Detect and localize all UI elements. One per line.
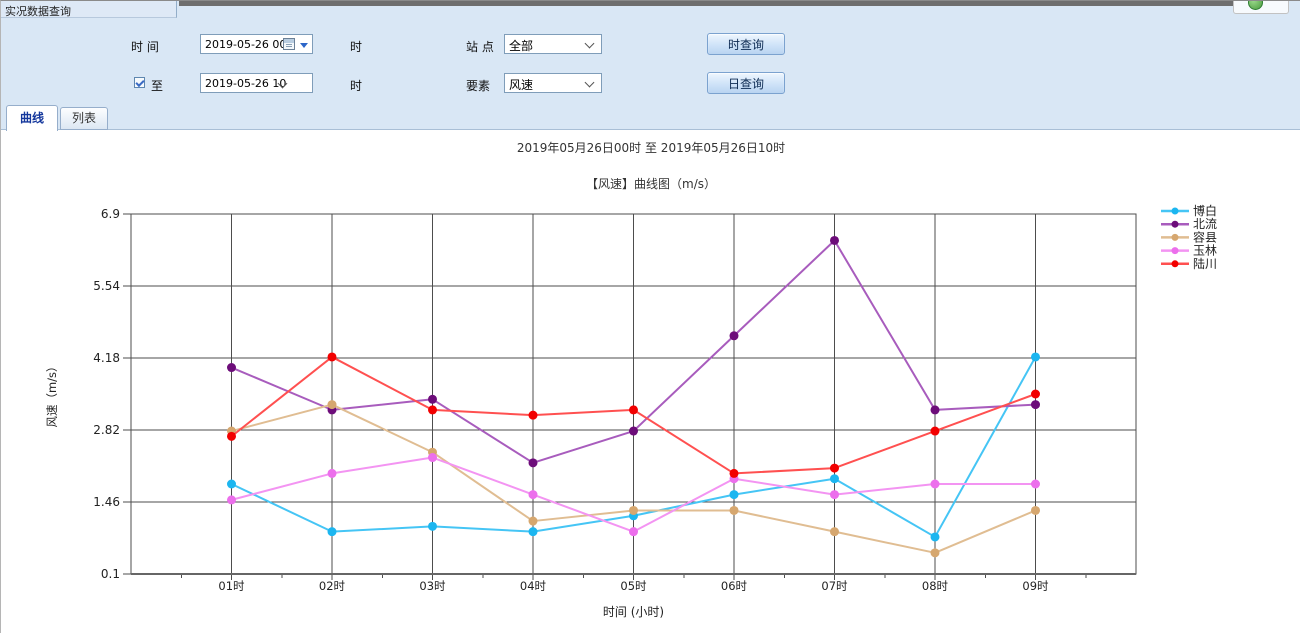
series-marker-beiliu xyxy=(629,427,638,436)
y-tick-label: 0.1 xyxy=(101,567,120,581)
query-panel: 实况数据查询 时 间 时 站 点 全部 时查询 至 时 要素 风速 日查询 曲线 xyxy=(1,1,1300,130)
series-marker-luchuan xyxy=(1031,390,1040,399)
series-marker-beiliu xyxy=(830,236,839,245)
legend-label-bobai: 博白 xyxy=(1193,203,1217,218)
series-marker-bobai xyxy=(227,480,236,489)
x-tick-label: 01时 xyxy=(218,579,245,593)
time-label: 时 间 xyxy=(131,38,159,55)
tab-list[interactable]: 列表 xyxy=(60,107,108,130)
series-marker-bobai xyxy=(1031,352,1040,361)
x-tick-label: 08时 xyxy=(922,579,949,593)
y-tick-label: 1.46 xyxy=(93,495,120,509)
series-marker-beiliu xyxy=(730,331,739,340)
series-marker-rongxian xyxy=(629,506,638,515)
start-time-input[interactable] xyxy=(201,35,316,53)
series-marker-beiliu xyxy=(529,458,538,467)
hour-suffix-label-2: 时 xyxy=(350,77,362,94)
series-marker-rongxian xyxy=(931,548,940,557)
hour-suffix-label-1: 时 xyxy=(350,38,362,55)
y-tick-label: 2.82 xyxy=(93,423,120,437)
series-marker-beiliu xyxy=(227,363,236,372)
to-checkbox[interactable] xyxy=(134,77,145,88)
series-marker-luchuan xyxy=(931,427,940,436)
legend-label-yulin: 玉林 xyxy=(1193,244,1217,258)
series-marker-yulin xyxy=(428,453,437,462)
x-tick-label: 02时 xyxy=(319,579,346,593)
series-marker-bobai xyxy=(830,474,839,483)
series-marker-bobai xyxy=(328,527,337,536)
y-tick-label: 5.54 xyxy=(93,279,120,293)
chevron-down-icon[interactable] xyxy=(585,78,595,88)
to-label: 至 xyxy=(151,77,163,94)
series-marker-yulin xyxy=(227,495,236,504)
series-marker-luchuan xyxy=(830,464,839,473)
series-marker-bobai xyxy=(529,527,538,536)
series-marker-beiliu xyxy=(1031,400,1040,409)
station-select[interactable]: 全部 xyxy=(504,34,602,54)
y-tick-label: 4.18 xyxy=(93,351,120,365)
element-select[interactable]: 风速 xyxy=(504,73,602,93)
series-marker-luchuan xyxy=(629,405,638,414)
top-strip xyxy=(179,1,1283,6)
legend-marker-bobai xyxy=(1172,208,1179,215)
x-tick-label: 04时 xyxy=(520,579,547,593)
hour-query-button[interactable]: 时查询 xyxy=(707,33,785,55)
element-select-value: 风速 xyxy=(509,78,533,92)
station-select-value: 全部 xyxy=(509,39,533,53)
station-label: 站 点 xyxy=(466,38,494,55)
y-tick-label: 6.9 xyxy=(101,207,120,221)
panel-title-tab: 实况数据查询 xyxy=(1,1,177,18)
series-marker-yulin xyxy=(830,490,839,499)
y-axis-title: 风速（m/s） xyxy=(45,360,59,427)
series-marker-bobai xyxy=(730,490,739,499)
tab-curve[interactable]: 曲线 xyxy=(6,105,58,131)
series-marker-yulin xyxy=(629,527,638,536)
series-marker-rongxian xyxy=(830,527,839,536)
series-marker-rongxian xyxy=(529,517,538,526)
calendar-icon[interactable] xyxy=(283,38,295,50)
series-marker-yulin xyxy=(931,480,940,489)
legend-label-rongxian: 容县 xyxy=(1193,229,1217,244)
x-tick-label: 03时 xyxy=(419,579,446,593)
end-time-field[interactable] xyxy=(200,73,313,93)
series-marker-bobai xyxy=(931,532,940,541)
x-tick-label: 09时 xyxy=(1022,579,1049,593)
series-marker-yulin xyxy=(529,490,538,499)
series-marker-luchuan xyxy=(730,469,739,478)
legend-marker-beiliu xyxy=(1172,221,1179,228)
legend-marker-rongxian xyxy=(1172,234,1179,241)
series-marker-bobai xyxy=(428,522,437,531)
legend-label-luchuan: 陆川 xyxy=(1193,256,1217,271)
element-label: 要素 xyxy=(466,77,490,94)
series-marker-rongxian xyxy=(730,506,739,515)
series-marker-beiliu xyxy=(428,395,437,404)
end-time-input[interactable] xyxy=(201,74,316,92)
series-marker-luchuan xyxy=(529,411,538,420)
x-tick-label: 07时 xyxy=(821,579,848,593)
x-tick-label: 06时 xyxy=(721,579,748,593)
dropdown-arrow-icon[interactable] xyxy=(300,43,308,48)
series-marker-luchuan xyxy=(328,352,337,361)
series-marker-rongxian xyxy=(328,400,337,409)
chevron-down-icon[interactable] xyxy=(585,39,595,49)
legend-marker-luchuan xyxy=(1172,260,1179,267)
legend-label-beiliu: 北流 xyxy=(1193,217,1217,231)
series-marker-rongxian xyxy=(1031,506,1040,515)
app-window: 实况数据查询 时 间 时 站 点 全部 时查询 至 时 要素 风速 日查询 曲线 xyxy=(0,0,1300,633)
series-marker-yulin xyxy=(328,469,337,478)
chart-area: 2019年05月26日00时 至 2019年05月26日10时 【风速】曲线图（… xyxy=(1,130,1300,633)
series-marker-luchuan xyxy=(227,432,236,441)
x-tick-label: 05时 xyxy=(620,579,647,593)
series-marker-yulin xyxy=(1031,480,1040,489)
start-time-field[interactable] xyxy=(200,34,313,54)
series-marker-beiliu xyxy=(931,405,940,414)
wind-speed-line-chart: 0.1 1.46 2.82 4.18 5.54 6.9 01时 02时 03时 04时 05时 06时… xyxy=(1,130,1300,633)
x-axis-title: 时间 (小时) xyxy=(603,605,664,619)
day-query-button[interactable]: 日查询 xyxy=(707,72,785,94)
series-marker-luchuan xyxy=(428,405,437,414)
legend-marker-yulin xyxy=(1172,247,1179,254)
